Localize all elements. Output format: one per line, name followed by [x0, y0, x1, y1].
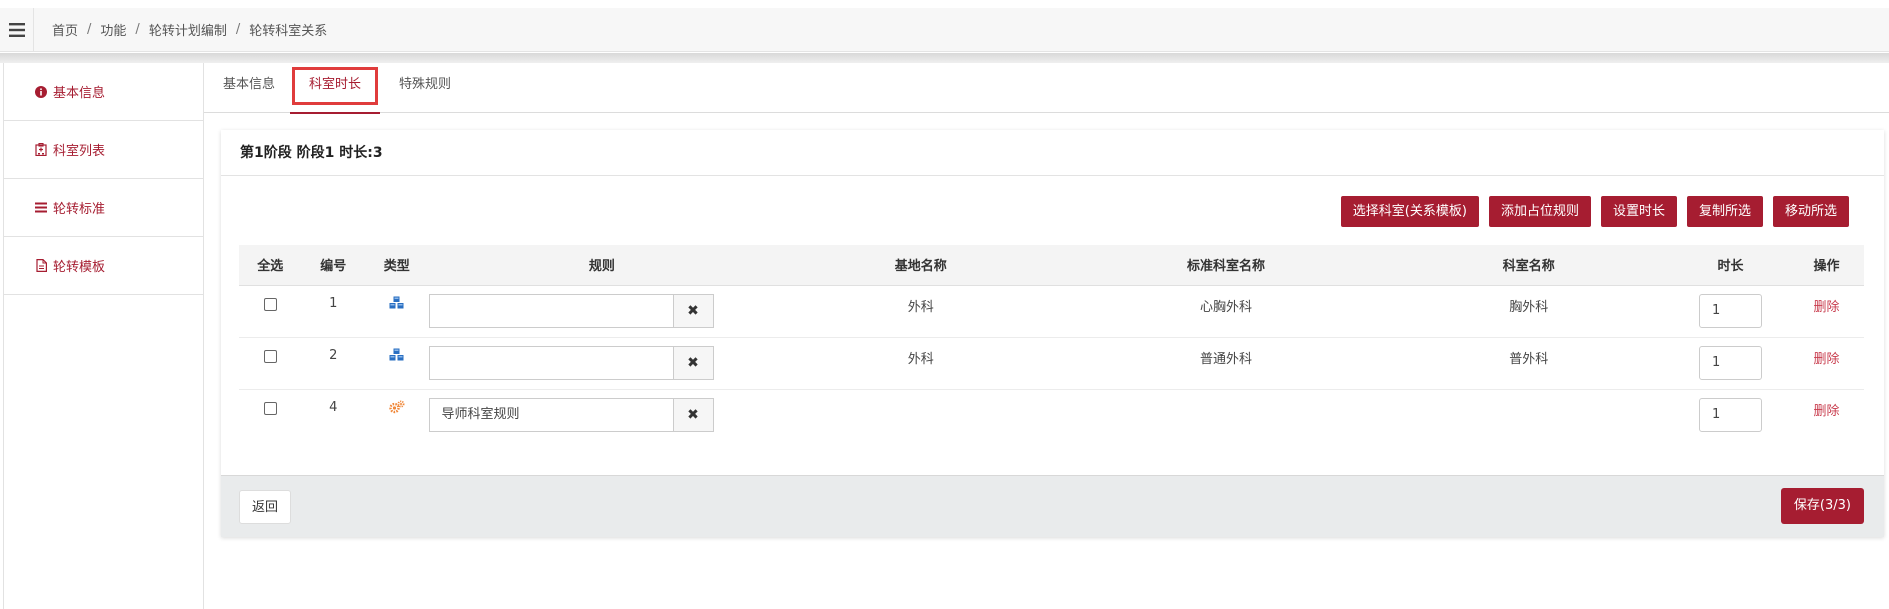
header-number: 编号: [301, 245, 365, 286]
header-action: 操作: [1789, 245, 1864, 286]
sidebar-item-label: 基本信息: [53, 86, 106, 101]
row-checkbox[interactable]: [263, 297, 277, 311]
duration-input[interactable]: 1: [1698, 345, 1762, 380]
sidebar-item-label: 轮转标准: [53, 202, 106, 217]
breadcrumb-current: 轮转科室关系: [249, 24, 328, 39]
clear-rule-button[interactable]: ✖: [672, 294, 713, 327]
table-row: 4 ✖ 1 删除: [239, 389, 1864, 441]
header-select-all[interactable]: 全选: [239, 245, 302, 286]
panel-footer: 返回 保存(3/3): [221, 475, 1884, 537]
row-number: 1: [301, 285, 365, 338]
breadcrumb-separator: /: [87, 22, 92, 37]
header-std-dept-name: 标准科室名称: [1066, 245, 1386, 286]
table-row: 1 ✖ 外科 心胸外科 胸外科 1 删除: [239, 285, 1864, 338]
sidebar-item-rotation-standard[interactable]: 轮转标准: [4, 179, 203, 237]
base-name-cell: [775, 389, 1066, 441]
breadcrumb-plan[interactable]: 轮转计划编制: [149, 20, 227, 39]
tab-special-rules[interactable]: 特殊规则: [390, 63, 460, 113]
sidebar-item-label: 轮转模板: [53, 260, 106, 275]
std-dept-cell: 心胸外科: [1066, 285, 1386, 338]
breadcrumb: 首页 / 功能 / 轮转计划编制 / 轮转科室关系: [34, 20, 327, 39]
breadcrumb-separator: /: [135, 22, 140, 37]
action-toolbar: 选择科室(关系模板) 添加占位规则 设置时长 复制所选 移动所选: [1331, 196, 1849, 227]
top-bar: 首页 / 功能 / 轮转计划编制 / 轮转科室关系: [0, 7, 1889, 52]
table-header-row: 全选 编号 类型 规则 基地名称 标准科室名称 科室名称 时长 操作: [239, 245, 1864, 286]
sidebar-item-label: 科室列表: [53, 144, 106, 159]
save-button[interactable]: 保存(3/3): [1780, 488, 1864, 524]
delete-link[interactable]: 删除: [1814, 404, 1840, 419]
close-icon: ✖: [687, 354, 699, 371]
base-name-cell: 外科: [775, 337, 1067, 390]
close-icon: ✖: [687, 302, 699, 319]
header-type: 类型: [364, 245, 429, 286]
cubes-icon: [389, 348, 404, 360]
dept-cell: 普外科: [1385, 337, 1672, 390]
panel-title: 第1阶段 阶段1 时长:3: [221, 130, 1884, 176]
breadcrumb-function[interactable]: 功能: [100, 20, 126, 39]
rule-field: ✖: [428, 345, 714, 380]
table-row: 2 ✖ 外科 普通外科 普外科 1 删除: [239, 337, 1864, 390]
sidebar: 基本信息 科室列表 轮转标准 轮转模板: [3, 63, 204, 609]
dept-table: 全选 编号 类型 规则 基地名称 标准科室名称 科室名称 时长 操作 1 ✖ 外…: [239, 245, 1864, 441]
row-checkbox[interactable]: [263, 401, 277, 415]
gears-icon: [389, 400, 405, 413]
sidebar-item-dept-list[interactable]: 科室列表: [4, 121, 203, 179]
select-dept-button[interactable]: 选择科室(关系模板): [1340, 196, 1479, 227]
delete-link[interactable]: 删除: [1814, 352, 1840, 367]
document-icon: [34, 259, 48, 273]
hamburger-icon: [8, 22, 25, 37]
rule-field: ✖: [428, 397, 714, 432]
header-dept-name: 科室名称: [1385, 245, 1672, 286]
header-duration: 时长: [1671, 245, 1790, 286]
tab-bar: 基本信息 科室时长 特殊规则: [204, 63, 1889, 114]
header-divider: [0, 53, 1889, 63]
delete-link[interactable]: 删除: [1814, 300, 1840, 315]
std-dept-cell: [1066, 389, 1385, 441]
header-rule: 规则: [428, 245, 776, 286]
active-tab-underline: [290, 112, 380, 114]
breadcrumb-home[interactable]: 首页: [52, 20, 78, 39]
add-placeholder-rule-button[interactable]: 添加占位规则: [1488, 196, 1591, 227]
info-circle-icon: [34, 85, 48, 99]
hospital-icon: [34, 143, 48, 157]
copy-selected-button[interactable]: 复制所选: [1686, 196, 1763, 227]
std-dept-cell: 普通外科: [1066, 337, 1386, 390]
sidebar-item-basic-info[interactable]: 基本信息: [4, 63, 203, 121]
stage-panel: 第1阶段 阶段1 时长:3 选择科室(关系模板) 添加占位规则 设置时长 复制所…: [221, 130, 1884, 537]
cubes-icon: [389, 296, 404, 308]
sidebar-item-rotation-template[interactable]: 轮转模板: [4, 237, 203, 295]
rule-input[interactable]: [429, 294, 673, 327]
close-icon: ✖: [687, 406, 699, 423]
duration-input[interactable]: 1: [1698, 397, 1762, 432]
rule-field: ✖: [428, 293, 714, 328]
duration-input[interactable]: 1: [1698, 293, 1762, 328]
rule-input[interactable]: [429, 346, 673, 379]
clear-rule-button[interactable]: ✖: [672, 398, 713, 431]
rule-input[interactable]: [429, 398, 673, 431]
menu-toggle-button[interactable]: [0, 7, 34, 52]
tab-label: 特殊规则: [398, 77, 451, 92]
row-checkbox[interactable]: [263, 349, 277, 363]
clear-rule-button[interactable]: ✖: [672, 346, 713, 379]
base-name-cell: 外科: [775, 285, 1067, 338]
tab-label: 基本信息: [222, 77, 275, 92]
row-number: 2: [301, 337, 365, 390]
set-duration-button[interactable]: 设置时长: [1600, 196, 1677, 227]
list-icon: [34, 201, 48, 215]
dept-cell: 胸外科: [1385, 285, 1672, 338]
tab-basic-info[interactable]: 基本信息: [214, 63, 284, 113]
tab-label: 科室时长: [308, 77, 361, 92]
dept-cell: [1386, 389, 1672, 441]
move-selected-button[interactable]: 移动所选: [1772, 196, 1849, 227]
back-button[interactable]: 返回: [239, 490, 292, 524]
header-base-name: 基地名称: [775, 245, 1067, 286]
row-number: 4: [329, 399, 338, 415]
tab-dept-duration[interactable]: 科室时长: [290, 63, 380, 114]
breadcrumb-separator: /: [235, 22, 241, 37]
